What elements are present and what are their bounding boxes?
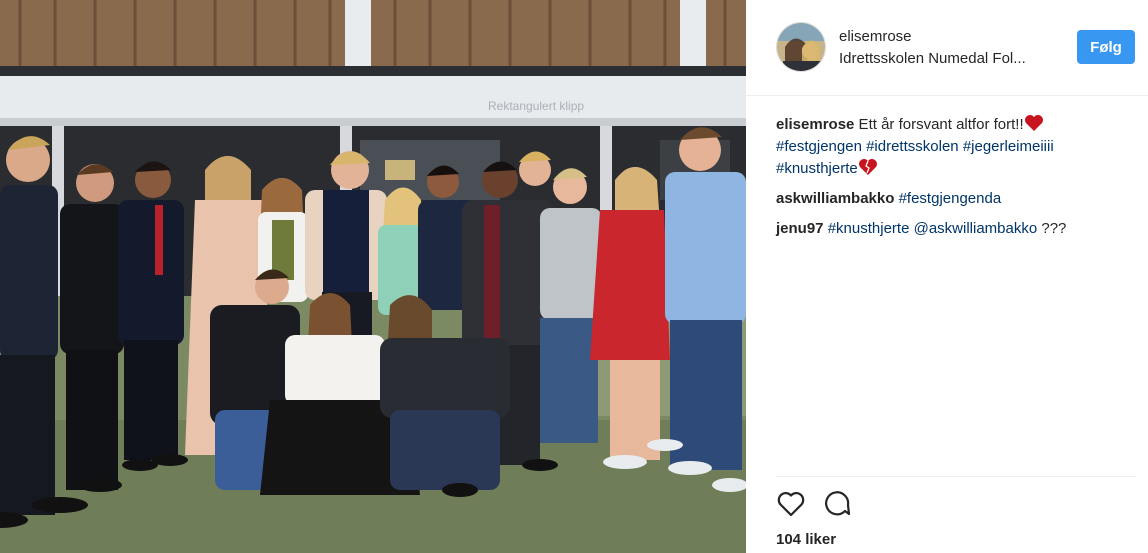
post-username[interactable]: elisemrose bbox=[839, 28, 912, 45]
follow-button[interactable]: Følg bbox=[1077, 30, 1135, 64]
comment-username[interactable]: jenu97 bbox=[776, 220, 824, 237]
comment-item: jenu97 #knusthjerte @askwilliambakko ??? bbox=[776, 218, 1136, 240]
hashtag-link[interactable]: #jegerleimeiiii bbox=[963, 138, 1054, 155]
mention-link[interactable]: @askwilliambakko bbox=[914, 220, 1038, 237]
avatar[interactable] bbox=[776, 22, 826, 72]
comment-item: askwilliambakko #festgjengenda bbox=[776, 188, 1136, 210]
comment-username[interactable]: askwilliambakko bbox=[776, 190, 894, 207]
post-location[interactable]: Idrettsskolen Numedal Fol... bbox=[839, 50, 1061, 67]
comment-username[interactable]: elisemrose bbox=[776, 116, 854, 133]
actions-divider bbox=[776, 476, 1136, 477]
speech-bubble-icon bbox=[825, 491, 851, 516]
comment-button[interactable] bbox=[822, 489, 852, 519]
hashtag-link[interactable]: #festgjengen bbox=[776, 138, 862, 155]
heart-emoji-icon bbox=[1024, 115, 1043, 131]
avatar-image bbox=[777, 23, 825, 71]
post-sidebar: elisemrose Idrettsskolen Numedal Fol... … bbox=[746, 0, 1148, 553]
comment-text: Ett år forsvant altfor fort!! bbox=[854, 116, 1024, 133]
photo-watermark-text: Rektangulert klipp bbox=[488, 99, 585, 113]
hashtag-link[interactable]: #knusthjerte bbox=[776, 160, 858, 177]
broken-heart-emoji-icon bbox=[858, 159, 877, 175]
like-button[interactable] bbox=[776, 489, 806, 519]
comments-list: elisemrose Ett år forsvant altfor fort!!… bbox=[776, 114, 1136, 248]
hashtag-link[interactable]: #knusthjerte bbox=[828, 220, 910, 237]
hashtag-link[interactable]: #idrettsskolen bbox=[866, 138, 959, 155]
group-photo-illustration bbox=[0, 0, 746, 553]
hashtag-link[interactable]: #festgjengenda bbox=[899, 190, 1002, 207]
like-count[interactable]: 104 liker bbox=[776, 531, 836, 548]
post-actions bbox=[776, 488, 852, 520]
comment-text: ??? bbox=[1037, 220, 1067, 237]
post-header: elisemrose Idrettsskolen Numedal Fol... … bbox=[746, 0, 1148, 96]
post-photo[interactable]: Rektangulert klipp bbox=[0, 0, 746, 553]
caption-comment: elisemrose Ett år forsvant altfor fort!!… bbox=[776, 114, 1136, 180]
heart-outline-icon bbox=[777, 492, 805, 517]
